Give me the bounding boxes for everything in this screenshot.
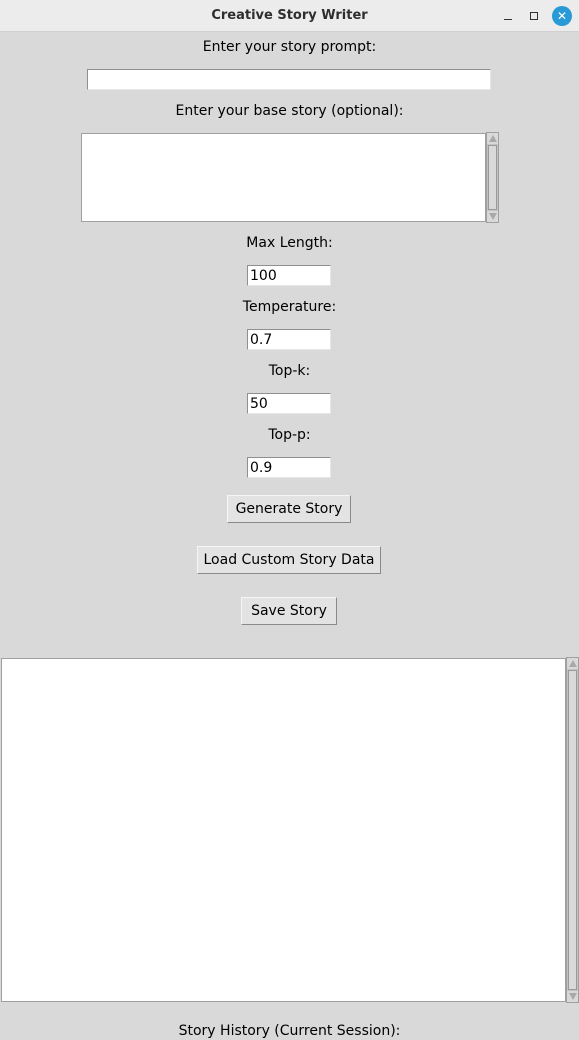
maximize-icon[interactable] — [524, 6, 544, 26]
save-story-button[interactable]: Save Story — [241, 597, 337, 625]
scroll-up-arrow-icon[interactable] — [487, 133, 498, 144]
max-length-label: Max Length: — [246, 235, 333, 251]
story-history-label: Story History (Current Session): — [178, 1023, 401, 1039]
top-p-input[interactable] — [247, 457, 331, 478]
base-story-label: Enter your base story (optional): — [175, 103, 404, 119]
close-icon[interactable]: ✕ — [552, 6, 572, 26]
scroll-down-arrow-icon[interactable] — [567, 991, 578, 1002]
prompt-label: Enter your story prompt: — [202, 39, 377, 55]
scroll-down-arrow-icon[interactable] — [487, 211, 498, 222]
max-length-input[interactable] — [247, 265, 331, 286]
base-story-textarea[interactable] — [81, 133, 486, 222]
top-k-input[interactable] — [247, 393, 331, 414]
output-scrollbar[interactable] — [566, 657, 579, 1003]
temperature-label: Temperature: — [242, 299, 337, 315]
base-story-scrollbar[interactable] — [486, 132, 499, 223]
scroll-up-arrow-icon[interactable] — [567, 658, 578, 669]
scroll-thumb[interactable] — [568, 670, 577, 990]
scroll-thumb[interactable] — [488, 145, 497, 210]
title-bar: Creative Story Writer ✕ — [0, 0, 579, 32]
load-custom-story-data-button[interactable]: Load Custom Story Data — [197, 546, 381, 574]
temperature-input[interactable] — [247, 329, 331, 350]
top-k-label: Top-k: — [268, 363, 311, 379]
story-output-textarea[interactable] — [1, 658, 566, 1002]
prompt-input[interactable] — [87, 69, 491, 90]
top-p-label: Top-p: — [268, 427, 311, 443]
window-title: Creative Story Writer — [211, 8, 368, 23]
app-window: Creative Story Writer ✕ Enter your story… — [0, 0, 579, 1040]
generate-story-button[interactable]: Generate Story — [227, 495, 351, 523]
minimize-icon[interactable] — [498, 6, 518, 26]
